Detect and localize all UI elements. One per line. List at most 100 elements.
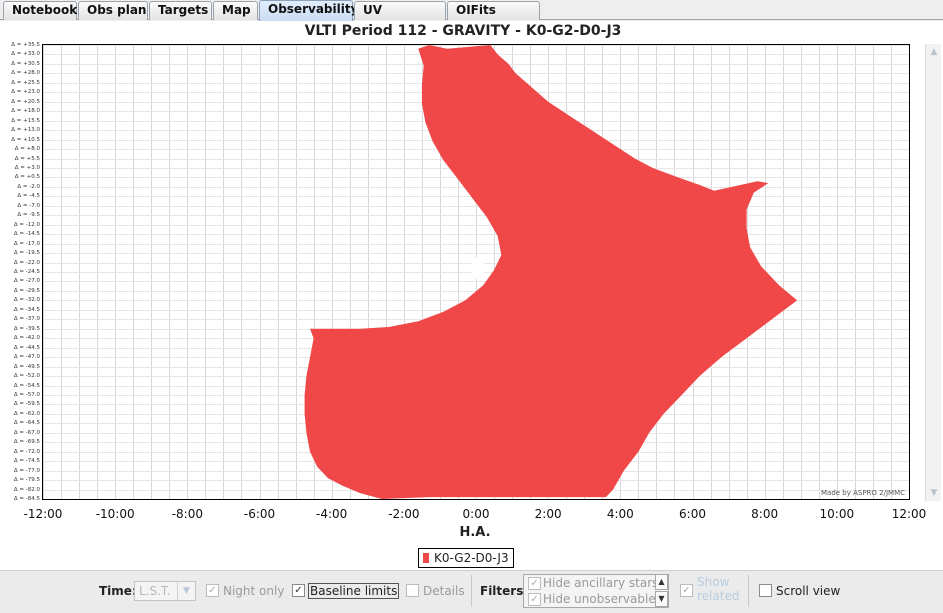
y-tick-label: Δ = +3.0 <box>14 164 40 171</box>
x-tick-label: 0:00 <box>462 507 490 521</box>
y-tick-label: Δ = -42.0 <box>13 335 40 342</box>
night-only-label: Night only <box>223 584 285 598</box>
y-tick-label: Δ = -49.5 <box>13 363 40 370</box>
observability-chart <box>304 45 798 499</box>
y-tick-label: Δ = +5.5 <box>14 155 40 162</box>
y-tick-label: Δ = +20.5 <box>11 98 40 105</box>
y-tick-label: Δ = -34.5 <box>13 306 40 313</box>
y-tick-label: Δ = -14.5 <box>13 231 40 238</box>
show-related-line2: related <box>697 589 740 603</box>
y-tick-label: Δ = -12.0 <box>13 221 40 228</box>
x-axis-label: H.A. <box>459 525 491 540</box>
y-tick-label: Δ = +33.0 <box>11 51 40 58</box>
y-tick-label: Δ = -9.5 <box>17 212 40 219</box>
tab-targets[interactable]: Targets <box>149 1 212 20</box>
y-tick-label: Δ = -69.5 <box>13 439 40 446</box>
y-tick-label: Δ = -59.5 <box>13 401 40 408</box>
legend-label: K0-G2-D0-J3 <box>434 551 509 565</box>
y-tick-label: Δ = -77.0 <box>13 467 40 474</box>
time-select[interactable]: L.S.T. ▼ <box>134 581 196 601</box>
tab-uv-coverage[interactable]: UV coverage <box>354 1 446 34</box>
y-tick-label: Δ = +28.0 <box>11 70 40 77</box>
observability-region-0 <box>304 45 798 499</box>
details-checkbox[interactable] <box>406 584 419 597</box>
toolbar-separator <box>471 575 472 607</box>
filters-label: Filters: <box>480 584 529 598</box>
y-tick-label: Δ = +23.0 <box>11 89 40 96</box>
y-tick-label: Δ = +18.0 <box>11 108 40 115</box>
y-tick-label: Δ = -64.5 <box>13 420 40 427</box>
hide-ancillary-label: Hide ancillary stars <box>543 576 659 590</box>
y-tick-label: Δ = -2.0 <box>17 183 40 190</box>
scroll-down-icon[interactable]: ▼ <box>926 485 942 501</box>
y-tick-label: Δ = -74.5 <box>13 458 40 465</box>
chart-legend: K0-G2-D0-J3 <box>418 548 514 568</box>
y-tick-label: Δ = -39.5 <box>13 325 40 332</box>
vertical-scrollbar[interactable]: ▲ ▼ <box>925 44 941 501</box>
x-tick-label: -4:00 <box>316 507 348 521</box>
plot-area: Made by ASPRO 2/JMMC <box>42 44 910 500</box>
hide-unobservable-checkbox[interactable]: ✓ <box>528 593 541 606</box>
y-tick-label: Δ = -72.0 <box>13 448 40 455</box>
scroll-up-icon[interactable]: ▲ <box>926 44 942 60</box>
y-tick-label: Δ = +0.5 <box>14 174 40 181</box>
scroll-view-label: Scroll view <box>776 584 841 598</box>
x-tick-label: -12:00 <box>23 507 63 521</box>
tab-oifits-viewer[interactable]: OIFits viewer <box>447 1 540 34</box>
toolbar-separator-2 <box>748 575 749 607</box>
y-tick-label: Δ = -52.0 <box>13 373 40 380</box>
y-tick-label: Δ = -29.5 <box>13 287 40 294</box>
tab-obs-plan[interactable]: Obs plan <box>78 1 148 20</box>
time-label: Time: <box>99 584 137 598</box>
y-tick-label: Δ = -82.0 <box>13 486 40 493</box>
x-tick-label: 4:00 <box>606 507 634 521</box>
y-tick-label: Δ = -62.0 <box>13 410 40 417</box>
tab-observability[interactable]: Observability <box>259 0 358 21</box>
credit-label: Made by ASPRO 2/JMMC <box>820 489 905 497</box>
x-tick-label: -10:00 <box>95 507 135 521</box>
x-tick-label: -2:00 <box>388 507 420 521</box>
night-only-checkbox[interactable]: ✓ <box>206 584 219 597</box>
bottom-toolbar: Time: L.S.T. ▼ ✓ Night only ✓ Baseline l… <box>0 570 943 613</box>
y-tick-label: Δ = +8.0 <box>14 146 40 153</box>
filter-up-icon[interactable]: ▲ <box>655 574 668 590</box>
show-related-checkbox[interactable]: ✓ <box>680 584 693 597</box>
tab-notebook[interactable]: Notebook <box>3 1 77 20</box>
y-tick-label: Δ = +10.5 <box>11 136 40 143</box>
y-tick-label: Δ = -79.5 <box>13 477 40 484</box>
filters-list: ✓ Hide ancillary stars ✓ Hide unobservab… <box>523 574 669 608</box>
x-tick-label: 12:00 <box>891 507 927 521</box>
y-tick-label: Δ = -54.5 <box>13 382 40 389</box>
hide-ancillary-checkbox[interactable]: ✓ <box>528 577 541 590</box>
y-tick-label: Δ = -27.0 <box>13 278 40 285</box>
scroll-view-checkbox[interactable] <box>759 584 772 597</box>
x-tick-label: 10:00 <box>819 507 855 521</box>
chart-title: VLTI Period 112 - GRAVITY - K0-G2-D0-J3 <box>304 23 622 39</box>
filter-down-icon[interactable]: ▼ <box>655 591 668 607</box>
y-tick-label: Δ = -17.0 <box>13 240 40 247</box>
chevron-down-icon[interactable]: ▼ <box>177 582 195 600</box>
y-tick-label: Δ = -22.0 <box>13 259 40 266</box>
time-select-value: L.S.T. <box>139 584 171 598</box>
x-tick-label: 2:00 <box>534 507 562 521</box>
y-tick-label: Δ = +15.5 <box>11 117 40 124</box>
y-tick-label: Δ = -24.5 <box>13 269 40 275</box>
x-tick-label: 6:00 <box>679 507 706 521</box>
tab-map[interactable]: Map <box>213 1 258 20</box>
observability-gap <box>470 257 485 280</box>
show-related-label: Show related <box>697 575 739 603</box>
y-tick-label: Δ = +25.5 <box>11 79 40 86</box>
baseline-limits-checkbox[interactable]: ✓ <box>292 584 305 597</box>
grid-line-vertical <box>909 45 910 499</box>
tab-bar: Notebook Obs plan Targets Map Observabil… <box>0 0 943 34</box>
baseline-limits-label: Baseline limits <box>308 583 400 599</box>
y-tick-label: Δ = +30.5 <box>11 60 40 67</box>
details-label: Details <box>423 584 465 598</box>
hide-unobservable-label: Hide unobservable <box>543 592 656 606</box>
y-tick-label: Δ = -7.0 <box>17 202 40 209</box>
y-tick-label: Δ = -37.0 <box>13 316 40 323</box>
grid-line-horizontal <box>43 499 909 500</box>
x-tick-label: 8:00 <box>751 507 779 521</box>
x-tick-label: -6:00 <box>243 507 276 521</box>
y-tick-label: Δ = -57.0 <box>13 391 40 398</box>
